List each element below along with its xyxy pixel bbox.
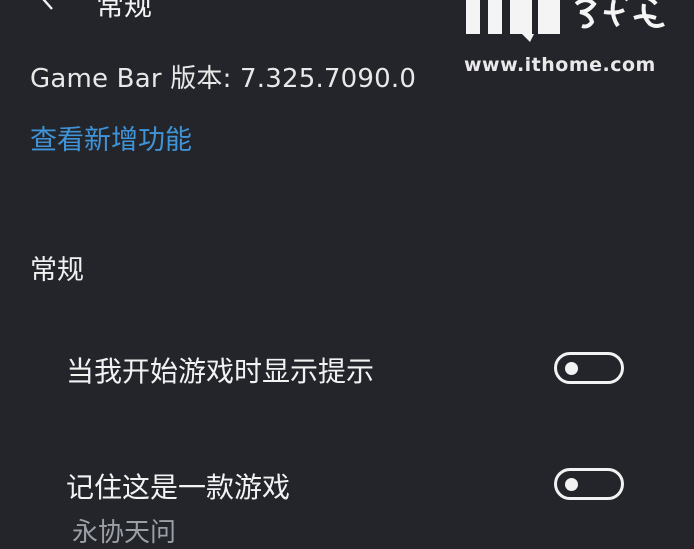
ithome-logo-icon [466, 0, 665, 42]
setting-row-show-tips: 当我开始游戏时显示提示 [66, 346, 646, 390]
toggle-knob [565, 362, 578, 375]
toggle-knob [565, 478, 578, 491]
section-title: 常规 [30, 255, 84, 286]
back-button[interactable] [34, 0, 62, 14]
setting-label: 当我开始游戏时显示提示 [66, 355, 375, 388]
setting-row-remember-game: 记住这是一款游戏 [66, 462, 646, 506]
version-text: Game Bar 版本: 7.325.7090.0 [30, 64, 417, 94]
setting-label: 记住这是一款游戏 [66, 471, 291, 504]
page-title: 常规 [96, 0, 153, 22]
chevron-left-icon [42, 0, 53, 10]
watermark: www.ithome.com [464, 0, 674, 88]
watermark-url: www.ithome.com [464, 54, 656, 76]
remember-game-toggle[interactable] [554, 468, 624, 500]
setting-description: 永协天问 [72, 518, 177, 548]
whats-new-link[interactable]: 查看新增功能 [30, 118, 192, 157]
show-tips-toggle[interactable] [554, 352, 624, 384]
